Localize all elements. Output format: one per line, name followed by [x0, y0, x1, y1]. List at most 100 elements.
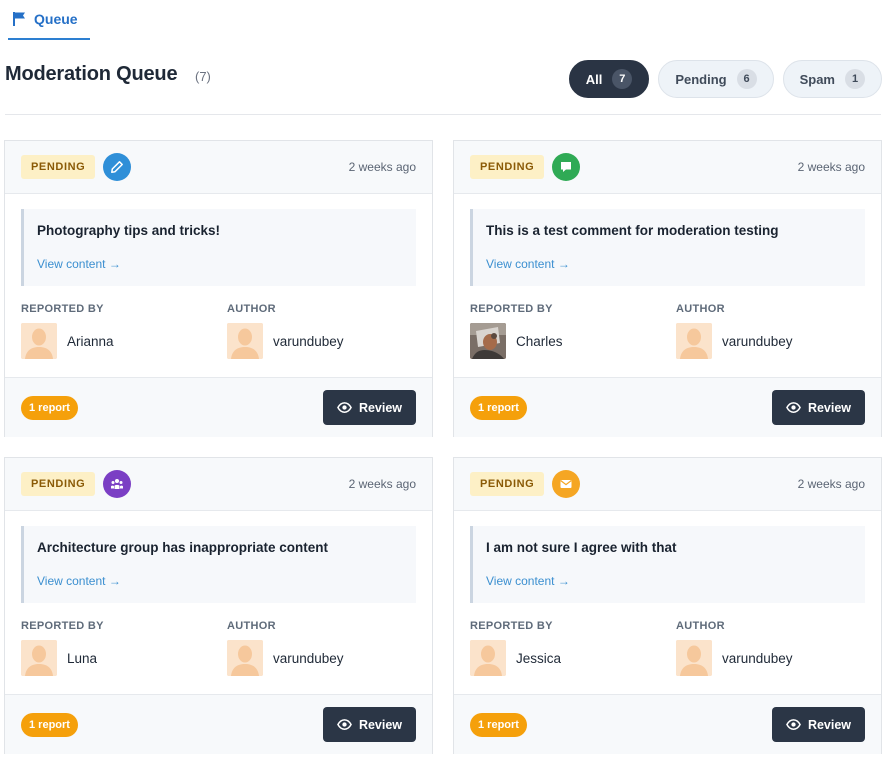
review-button[interactable]: Review: [772, 707, 865, 742]
avatar: [21, 323, 57, 359]
reported-content: This is a test comment for moderation te…: [470, 209, 865, 286]
tab-bar: Queue: [0, 0, 888, 40]
review-button[interactable]: Review: [323, 707, 416, 742]
eye-icon: [337, 719, 352, 730]
status-badge: PENDING: [21, 155, 96, 179]
report-count-badge[interactable]: 1 report: [21, 713, 78, 737]
status-badge: PENDING: [470, 155, 545, 179]
timestamp: 2 weeks ago: [797, 477, 865, 491]
timestamp: 2 weeks ago: [797, 160, 865, 174]
reporter[interactable]: Jessica: [470, 640, 561, 676]
avatar: [21, 640, 57, 676]
report-count-badge[interactable]: 1 report: [470, 713, 527, 737]
reporter[interactable]: Arianna: [21, 323, 114, 359]
reporter[interactable]: Luna: [21, 640, 97, 676]
content-title: Architecture group has inappropriate con…: [37, 540, 329, 555]
reported-by-label: REPORTED BY: [21, 303, 104, 315]
envelope-icon: [552, 470, 580, 498]
avatar: [470, 640, 506, 676]
reporter-name: Jessica: [516, 650, 562, 666]
filter-all-button[interactable]: All 7: [568, 60, 650, 98]
moderation-card-2: PENDING 2 weeks ago This is a test comme…: [453, 140, 882, 437]
author[interactable]: varundubey: [227, 323, 344, 359]
view-content-link[interactable]: View content →: [37, 257, 121, 271]
view-content-link[interactable]: View content →: [486, 257, 570, 271]
moderation-card-4: PENDING 2 weeks ago I am not sure I agre…: [453, 457, 882, 754]
header-divider: [5, 114, 881, 115]
avatar: [227, 323, 263, 359]
status-badge: PENDING: [21, 472, 96, 496]
filter-count: 1: [845, 69, 865, 89]
filter-count: 7: [612, 69, 633, 89]
review-label: Review: [807, 400, 852, 415]
avatar: [676, 640, 712, 676]
review-button[interactable]: Review: [323, 390, 416, 425]
view-content-link[interactable]: View content →: [37, 574, 121, 588]
reported-content: Photography tips and tricks! View conten…: [21, 209, 416, 286]
author-label: AUTHOR: [227, 620, 276, 632]
filter-count: 6: [736, 69, 757, 89]
filter-pending-button[interactable]: Pending 6: [658, 60, 774, 98]
filter-label: Pending: [675, 71, 727, 87]
card-header: PENDING 2 weeks ago: [5, 458, 432, 511]
author[interactable]: varundubey: [676, 640, 793, 676]
author-name: varundubey: [273, 650, 344, 666]
flag-icon: [13, 12, 25, 26]
tab-queue[interactable]: Queue: [8, 0, 90, 40]
author[interactable]: varundubey: [227, 640, 344, 676]
report-count-badge[interactable]: 1 report: [470, 396, 527, 420]
card-footer: 1 report Review: [5, 694, 432, 754]
reporter-name: Charles: [516, 333, 563, 349]
card-footer: 1 report Review: [454, 694, 881, 754]
author-name: varundubey: [273, 333, 344, 349]
pencil-icon: [103, 153, 131, 181]
reported-by-label: REPORTED BY: [470, 620, 553, 632]
content-title: Photography tips and tricks!: [37, 223, 221, 238]
avatar: [676, 323, 712, 359]
reporter[interactable]: Charles: [470, 323, 563, 359]
reporter-name: Luna: [67, 650, 98, 666]
author-label: AUTHOR: [227, 303, 276, 315]
review-button[interactable]: Review: [772, 390, 865, 425]
review-label: Review: [358, 400, 403, 415]
reported-by-label: REPORTED BY: [21, 620, 104, 632]
timestamp: 2 weeks ago: [348, 160, 416, 174]
eye-icon: [786, 719, 801, 730]
moderation-card-1: PENDING 2 weeks ago Photography tips and…: [4, 140, 433, 437]
report-count-badge[interactable]: 1 report: [21, 396, 78, 420]
review-label: Review: [358, 717, 403, 732]
reporter-name: Arianna: [67, 333, 114, 349]
card-header: PENDING 2 weeks ago: [454, 458, 881, 511]
queue-count: (7): [195, 69, 211, 84]
page-header: Moderation Queue (7) All 7 Pending 6 Spa…: [5, 60, 883, 100]
avatar: [470, 323, 506, 359]
author-label: AUTHOR: [676, 620, 725, 632]
card-header: PENDING 2 weeks ago: [5, 141, 432, 194]
author-label: AUTHOR: [676, 303, 725, 315]
comment-icon: [552, 153, 580, 181]
author[interactable]: varundubey: [676, 323, 793, 359]
filter-label: Spam: [799, 71, 835, 87]
status-badge: PENDING: [470, 472, 545, 496]
group-icon: [103, 470, 131, 498]
content-title: This is a test comment for moderation te…: [486, 223, 779, 238]
card-footer: 1 report Review: [454, 377, 881, 437]
filter-label: All: [585, 71, 603, 87]
author-name: varundubey: [722, 333, 793, 349]
content-title: I am not sure I agree with that: [486, 540, 677, 555]
view-content-link[interactable]: View content →: [486, 574, 570, 588]
tab-label: Queue: [34, 11, 78, 27]
page-title: Moderation Queue: [5, 63, 178, 85]
card-header: PENDING 2 weeks ago: [454, 141, 881, 194]
filter-spam-button[interactable]: Spam 1: [782, 60, 882, 98]
reported-content: Architecture group has inappropriate con…: [21, 526, 416, 603]
reported-by-label: REPORTED BY: [470, 303, 553, 315]
eye-icon: [337, 402, 352, 413]
moderation-card-3: PENDING 2 weeks ago Architecture group h…: [4, 457, 433, 754]
author-name: varundubey: [722, 650, 793, 666]
review-label: Review: [807, 717, 852, 732]
filter-group: All 7 Pending 6 Spam 1: [568, 60, 882, 98]
reported-content: I am not sure I agree with that View con…: [470, 526, 865, 603]
card-footer: 1 report Review: [5, 377, 432, 437]
eye-icon: [786, 402, 801, 413]
